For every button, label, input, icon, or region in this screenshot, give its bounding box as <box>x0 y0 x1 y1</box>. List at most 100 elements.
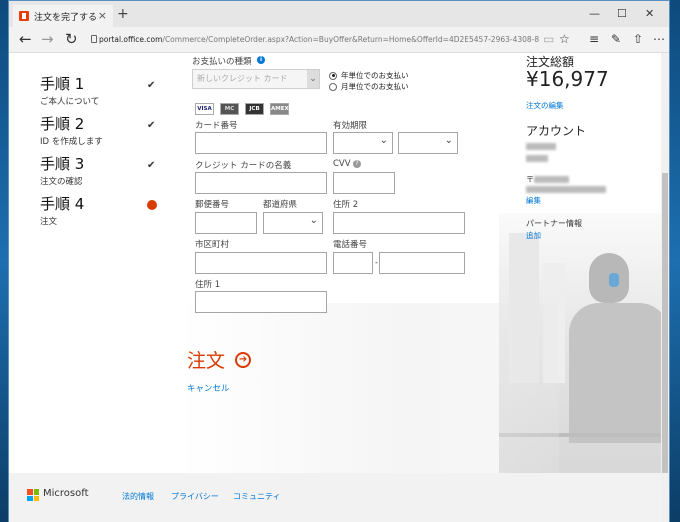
radio-unselected-icon <box>329 82 337 91</box>
hero-person <box>569 303 669 443</box>
info-icon[interactable]: i <box>257 56 265 64</box>
payment-method-value: 新しいクレジット カード <box>197 74 288 83</box>
minimize-button[interactable]: — <box>589 7 600 20</box>
cancel-link[interactable]: キャンセル <box>187 382 230 394</box>
browser-window: 注文を完了する × + — ☐ ✕ ← → ↻ portal.office.co… <box>8 0 670 522</box>
phone-label: 電話番号 <box>333 240 368 250</box>
check-icon: ✔ <box>147 120 156 131</box>
postal-label: 郵便番号 <box>195 200 230 210</box>
step-title: 手順 2 <box>40 115 85 133</box>
prefecture-label: 都道府県 <box>263 200 298 210</box>
hero-fade <box>179 303 559 483</box>
mastercard-icon: MC <box>220 103 239 115</box>
edit-account-link[interactable]: 編集 <box>526 195 541 206</box>
postal-input[interactable] <box>195 212 257 234</box>
jcb-card-icon: JCB <box>245 103 264 115</box>
close-window-button[interactable]: ✕ <box>645 7 654 20</box>
step-1: 手順 1 ご本人について <box>40 73 99 107</box>
step-subtitle: 注文の確認 <box>40 177 83 187</box>
scrollbar[interactable] <box>661 53 669 522</box>
url-host: portal.office.com <box>99 35 163 44</box>
hub-icon[interactable]: ≡ <box>589 32 599 46</box>
step-subtitle: ご本人について <box>40 97 100 107</box>
url-path: /Commerce/CompleteOrder.aspx?Action=BuyO… <box>162 35 539 44</box>
city-input[interactable] <box>195 252 327 274</box>
prefecture-select[interactable] <box>263 212 323 234</box>
page-content: 手順 1 ご本人について ✔ 手順 2 ID を作成します ✔ 手順 3 注文の… <box>9 53 669 522</box>
step-subtitle: 注文 <box>40 217 58 227</box>
legal-link[interactable]: 法的情報 <box>122 491 154 502</box>
cvv-label: CVV <box>333 159 351 169</box>
card-number-label: カード番号 <box>195 121 238 131</box>
tab-bar: 注文を完了する × + — ☐ ✕ <box>9 1 669 27</box>
chevron-down-icon: ⌄ <box>307 70 319 88</box>
order-total-value: ¥16,977 <box>526 67 609 91</box>
address-bar: ← → ↻ portal.office.com/Commerce/Complet… <box>9 27 669 53</box>
expiry-month-select[interactable] <box>333 132 393 154</box>
address2-label: 住所 2 <box>333 200 359 210</box>
new-tab-button[interactable]: + <box>117 6 129 22</box>
expiry-label: 有効期限 <box>333 121 368 131</box>
privacy-link[interactable]: プライバシー <box>171 491 219 502</box>
page-footer: Microsoft 法的情報 プライバシー コミュニティ <box>9 473 661 522</box>
card-number-input[interactable] <box>195 132 327 154</box>
desktop-background-left <box>0 0 8 522</box>
address-redacted <box>534 176 569 183</box>
lock-icon <box>91 35 97 43</box>
phone-separator: - <box>375 258 379 268</box>
step-4: 手順 4 注文 <box>40 193 84 227</box>
back-arrow-icon[interactable]: ← <box>19 30 32 48</box>
partner-info-heading: パートナー情報 <box>526 219 582 228</box>
address2-input[interactable] <box>333 212 465 234</box>
step-subtitle: ID を作成します <box>40 137 103 147</box>
radio-annual[interactable]: 年単位でのお支払い <box>329 70 409 81</box>
payment-method-select[interactable]: 新しいクレジット カード ⌄ <box>192 69 320 89</box>
close-tab-icon[interactable]: × <box>98 9 107 22</box>
microsoft-logo-icon <box>27 489 39 501</box>
step-title: 手順 1 <box>40 75 85 93</box>
help-icon[interactable]: ? <box>353 160 361 168</box>
account-name-redacted <box>526 155 548 162</box>
address1-input[interactable] <box>195 291 327 313</box>
visa-card-icon: VISA <box>195 103 214 115</box>
phone-area-input[interactable] <box>333 252 373 274</box>
radio-monthly-label: 月単位でのお支払い <box>341 82 409 91</box>
more-icon[interactable]: ⋯ <box>653 32 665 46</box>
postal-prefix: 〒 <box>526 175 534 184</box>
city-label: 市区町村 <box>195 240 230 250</box>
office-icon <box>19 11 29 21</box>
order-button[interactable]: 注文 ➔ <box>187 346 252 373</box>
share-icon[interactable]: ⇧ <box>633 32 643 46</box>
card-name-input[interactable] <box>195 172 327 194</box>
step-title: 手順 3 <box>40 155 85 173</box>
scrollbar-thumb[interactable] <box>662 173 668 473</box>
microsoft-brand: Microsoft <box>43 488 89 499</box>
edit-order-link[interactable]: 注文の編集 <box>526 100 564 111</box>
headset-icon <box>609 273 619 287</box>
radio-selected-icon <box>329 71 337 80</box>
account-name-redacted <box>526 143 556 150</box>
current-step-indicator <box>147 200 157 210</box>
add-partner-link[interactable]: 追加 <box>526 230 541 241</box>
desktop-background-right <box>670 0 680 522</box>
cvv-input[interactable] <box>333 172 395 194</box>
step-3: 手順 3 注文の確認 <box>40 153 84 187</box>
forward-arrow-icon[interactable]: → <box>41 30 54 48</box>
favorite-star-icon[interactable]: ☆ <box>559 32 570 46</box>
step-title: 手順 4 <box>40 195 85 213</box>
phone-number-input[interactable] <box>379 252 465 274</box>
reading-view-icon[interactable]: ▭ <box>543 32 554 46</box>
tab-title: 注文を完了する <box>34 12 98 23</box>
step-2: 手順 2 ID を作成します <box>40 113 103 147</box>
radio-monthly[interactable]: 月単位でのお支払い <box>329 81 409 92</box>
refresh-icon[interactable]: ↻ <box>65 30 78 48</box>
url-field[interactable]: portal.office.com/Commerce/CompleteOrder… <box>99 32 539 48</box>
community-link[interactable]: コミュニティ <box>233 491 281 502</box>
expiry-year-select[interactable] <box>398 132 458 154</box>
arrow-right-circle-icon: ➔ <box>235 351 252 368</box>
web-note-icon[interactable]: ✎ <box>611 32 621 46</box>
amex-card-icon: AMEX <box>270 103 289 115</box>
radio-annual-label: 年単位でのお支払い <box>341 71 409 80</box>
maximize-button[interactable]: ☐ <box>617 7 627 20</box>
browser-tab[interactable]: 注文を完了する × <box>13 5 113 27</box>
